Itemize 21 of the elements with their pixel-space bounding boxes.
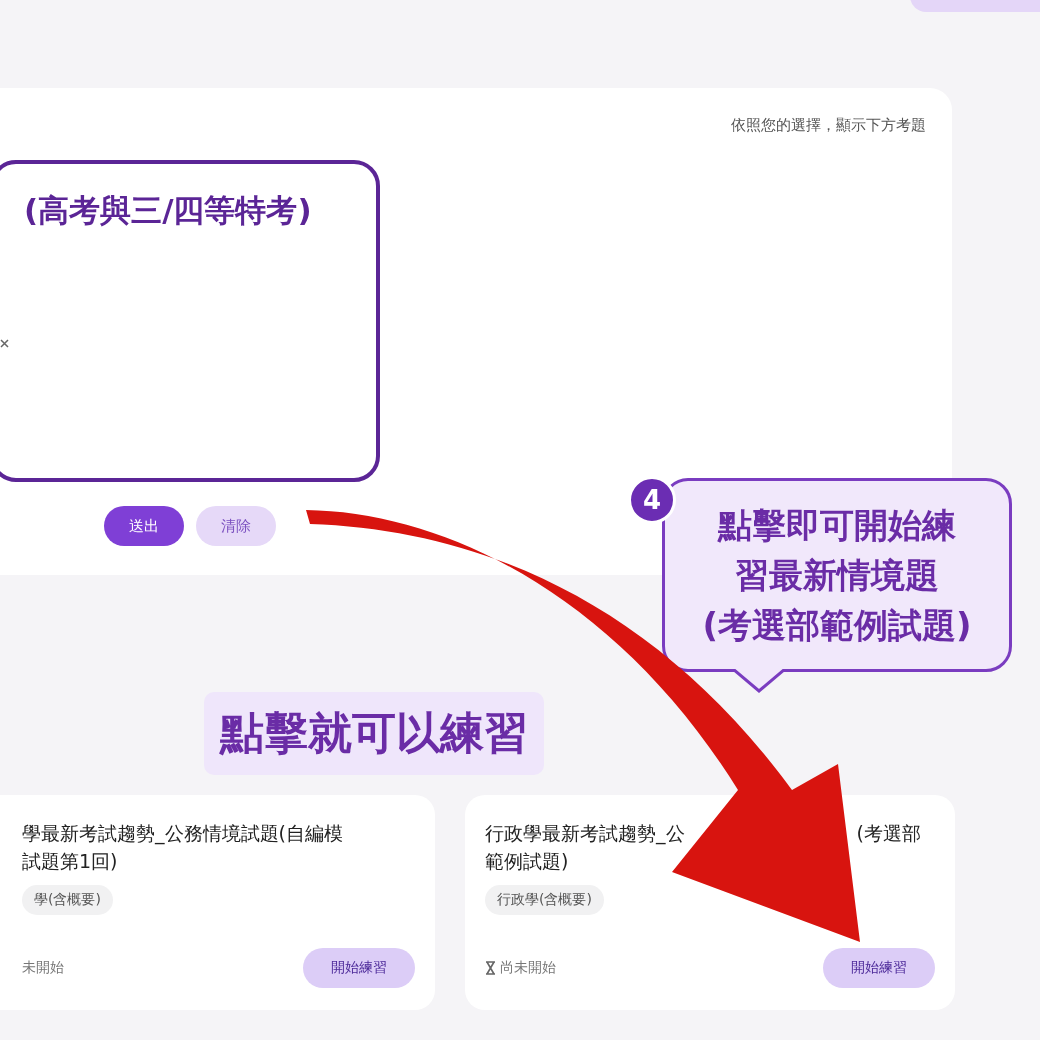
- start-practice-button[interactable]: 開始練習: [823, 948, 935, 988]
- tip-text: 習最新情境題: [734, 554, 940, 597]
- status-text: 尚未開始: [500, 959, 556, 977]
- callout-banner: 點擊就可以練習: [204, 692, 544, 775]
- exam-title: (考選部: [856, 821, 921, 846]
- close-icon[interactable]: [0, 339, 9, 348]
- result-hint: 依照您的選擇，顯示下方考題: [731, 116, 926, 135]
- subject-tag: 行政學(含概要): [485, 885, 604, 915]
- exam-title: 學最新考試趨勢_公務情境試題(自編模: [22, 821, 343, 847]
- status-text: 未開始: [22, 959, 64, 977]
- clear-button[interactable]: 清除: [196, 506, 276, 546]
- tip-text: 點擊即可開始練: [716, 504, 957, 547]
- exam-title: 範例試題): [485, 849, 569, 874]
- exam-title: 試題第1回): [22, 849, 118, 874]
- highlighted-heading: (高考與三/四等特考): [24, 191, 312, 230]
- start-practice-button[interactable]: 開始練習: [303, 948, 415, 988]
- subject-tag: 學(含概要): [22, 885, 113, 915]
- exam-title: 行政學最新考試趨勢_公: [485, 821, 685, 847]
- tip-text: (考選部範例試題): [702, 604, 972, 647]
- submit-button[interactable]: 送出: [104, 506, 184, 546]
- hourglass-icon: [485, 961, 496, 975]
